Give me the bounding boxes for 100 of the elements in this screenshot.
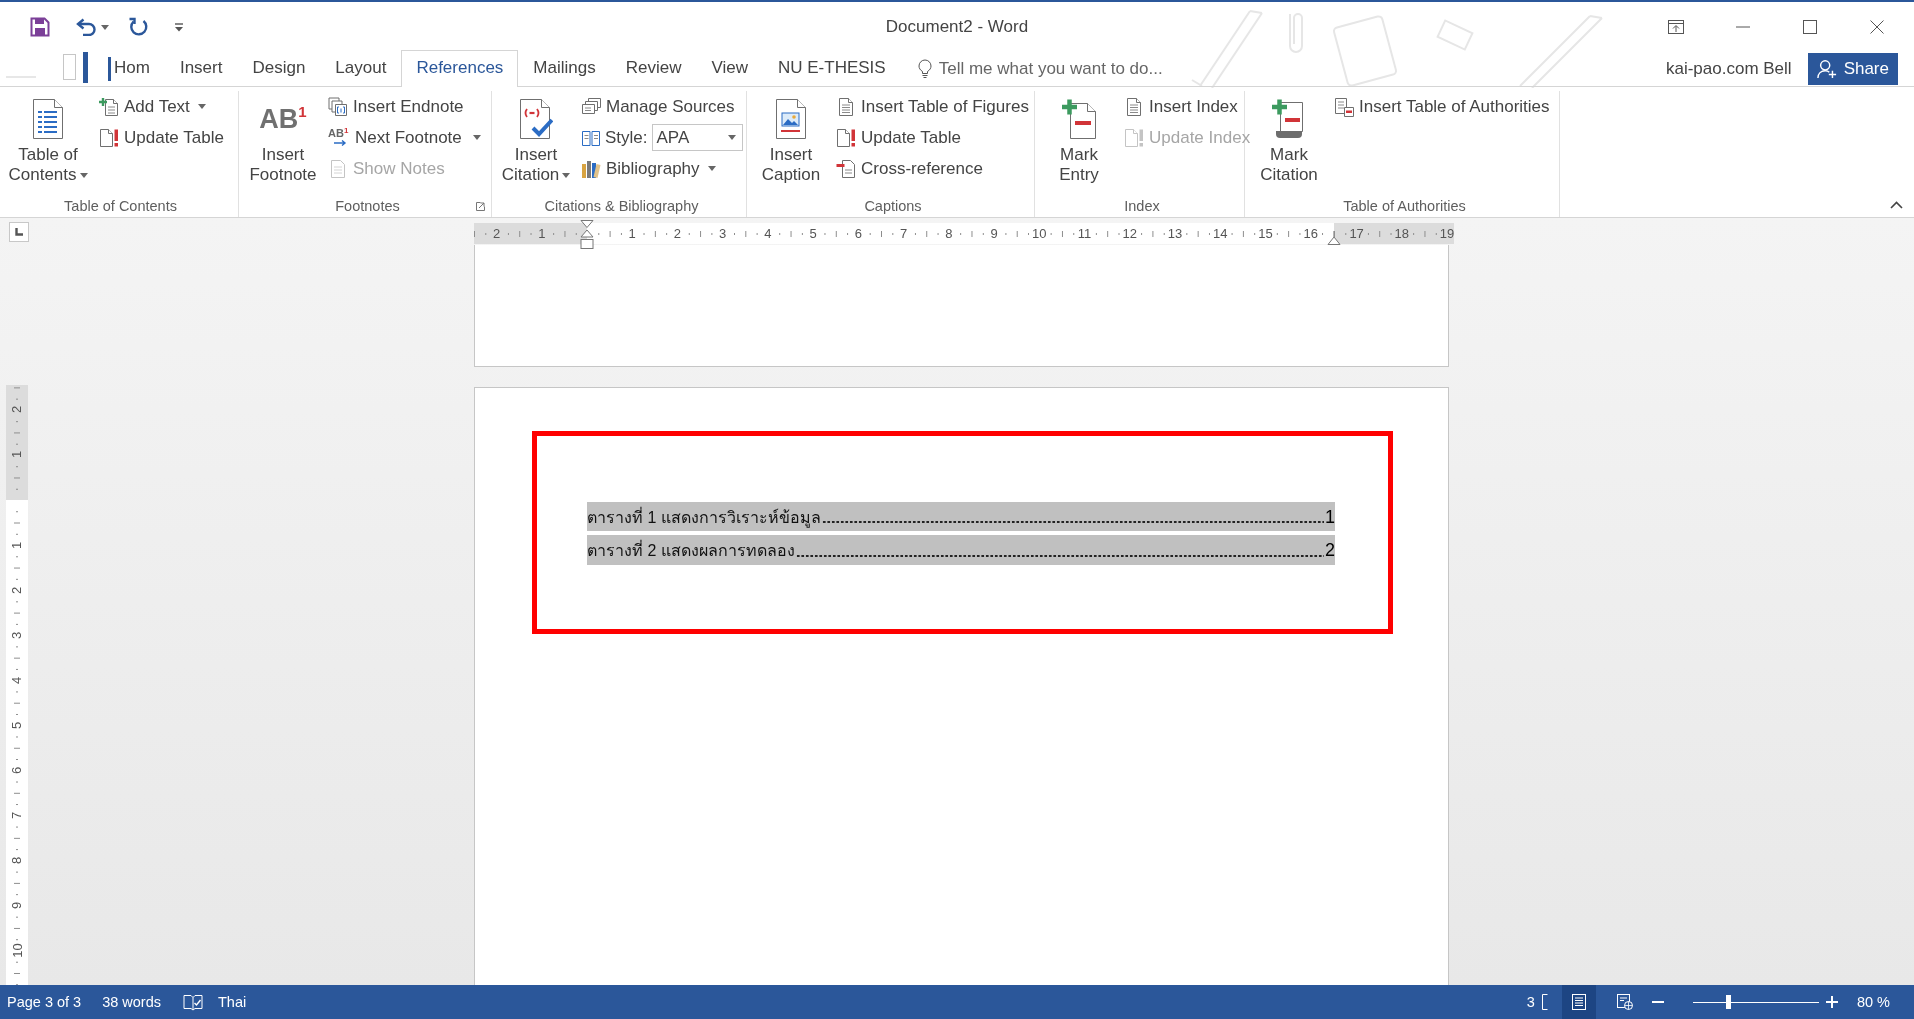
ribbon-button[interactable]: Mark Citation [1250, 91, 1328, 185]
page-lines-icon [1124, 96, 1144, 117]
ribbon-button[interactable]: Insert Endnote [326, 91, 483, 122]
account-name[interactable]: kai-pao.com Bell [1665, 59, 1792, 79]
ruler-number: 6 [10, 766, 24, 774]
ruler-number: 1 [10, 541, 24, 549]
ruler-number: 1 [538, 227, 546, 240]
page-icon [328, 158, 348, 179]
tell-me-field[interactable]: Tell me what you want to do... [938, 57, 1175, 81]
caret-icon [727, 135, 736, 140]
ribbon-tab[interactable]: Layout [320, 50, 402, 87]
group-label: Citations & Bibliography [544, 198, 699, 214]
ruler-number: 9 [10, 901, 24, 909]
ruler-number: 1 [628, 227, 636, 240]
page-minus-icon [836, 158, 856, 179]
ribbon-button[interactable]: Manage Sources [579, 91, 745, 122]
ribbon-tab[interactable]: Hom [112, 50, 165, 87]
ribbon-button[interactable]: Insert Index [1122, 91, 1253, 122]
indent-marker-icon[interactable] [580, 220, 594, 250]
ribbon-button[interactable]: Add Text [97, 91, 226, 122]
view-button[interactable] [1561, 985, 1596, 1019]
ruler-number: 3 [719, 227, 727, 240]
ribbon-button[interactable]: Insert Caption [752, 91, 830, 185]
lightbulb-icon [917, 59, 932, 79]
zoom-level[interactable]: 80 % [1856, 994, 1890, 1010]
ribbon-tab[interactable]: Insert [164, 50, 238, 87]
ribbon-button[interactable]: Insert Table of Figures [834, 91, 1031, 122]
ruler-number: 14 [1213, 227, 1228, 240]
zoom-slider-thumb[interactable] [1725, 995, 1731, 1009]
ruler-number: 2 [10, 406, 24, 414]
ribbon-tab[interactable]: Design [237, 50, 321, 87]
window-title: Document2 - Word [885, 17, 1029, 37]
ruler-number: 7 [900, 227, 908, 240]
caret-icon [197, 104, 206, 109]
ribbon-button[interactable]: Cross-reference [834, 153, 1031, 184]
ribbon-button[interactable]: AB$^{1}$ Insert Footnote [244, 91, 322, 185]
caret-icon [707, 166, 716, 171]
ribbon-button[interactable]: Update Table [97, 122, 226, 153]
ribbon-tab[interactable]: View [696, 50, 763, 87]
ribbon-tab[interactable]: NU E-THESIS [763, 50, 901, 87]
page-exclamation-icon [1124, 127, 1144, 148]
language[interactable]: Thai [218, 994, 247, 1010]
ribbon-button[interactable]: Update Table [834, 122, 1031, 153]
word-count[interactable]: 38 words [102, 994, 161, 1010]
tab-stop-selector[interactable] [9, 222, 29, 242]
ribbon-tab[interactable]: References [401, 50, 519, 87]
ribbon-button[interactable]: AB$^{1}$ Next Footnote [326, 122, 483, 153]
entry-title: ตารางที่ 2 แสดงผลการทดลอง [587, 539, 795, 561]
maximize-icon[interactable] [1802, 20, 1817, 34]
ruler-number: 10 [1032, 227, 1047, 240]
toolbar-menu-icon[interactable] [174, 22, 184, 32]
undo-icon[interactable] [75, 18, 97, 36]
chevron-up-icon[interactable] [1890, 201, 1903, 209]
bracket-icon [1541, 994, 1548, 1010]
ruler-number: 1 [10, 451, 24, 459]
books-icon [581, 158, 601, 179]
group-label: Table of Contents [64, 198, 177, 214]
ruler-number: 8 [10, 856, 24, 864]
ruler-number: 4 [764, 227, 772, 240]
ribbon-button[interactable]: Mark Entry [1040, 91, 1118, 185]
ribbon-button[interactable]: Table of Contents [3, 91, 93, 185]
proofing-book-icon[interactable] [183, 993, 203, 1011]
ruler-number: 2 [493, 227, 501, 240]
page-lines-icon [836, 96, 856, 117]
ribbon-tab[interactable]: Review [610, 50, 697, 87]
close-icon[interactable] [1869, 20, 1884, 34]
page-count[interactable]: Page 3 of 3 [7, 994, 82, 1010]
corner-icon [15, 228, 23, 236]
page-plus-icon [99, 96, 119, 117]
ruler-number: 5 [10, 721, 24, 729]
ruler-number: 13 [1167, 227, 1183, 240]
page-check-icon [519, 98, 553, 140]
ribbon-button[interactable]: Insert Table of Authorities [1332, 91, 1552, 122]
ribbon-button[interactable]: Bibliography [579, 153, 745, 184]
page-exclamation-icon [99, 127, 119, 148]
share-button[interactable]: Share [1807, 53, 1898, 85]
ruler-number: 7 [10, 811, 24, 819]
caret-icon[interactable] [101, 24, 109, 30]
ruler-number: 17 [1349, 227, 1364, 240]
ruler-number: 12 [1122, 227, 1138, 240]
ribbon-tab[interactable]: Mailings [518, 50, 611, 87]
style-dropdown[interactable]: APA [651, 124, 743, 151]
stacked-cards-icon [581, 96, 601, 117]
stacked-pages-icon [328, 96, 348, 117]
page-plus-icon [1062, 98, 1096, 140]
ruler-number: 2 [10, 586, 24, 594]
page-lines-icon [31, 98, 65, 140]
ruler-number: 8 [945, 227, 953, 240]
zoom-in-icon[interactable] [1825, 996, 1838, 1008]
ruler-number: 15 [1258, 227, 1273, 240]
page-number: 2 [1325, 540, 1335, 561]
ribbon-display-options-icon[interactable] [1667, 20, 1684, 34]
page-number: 1 [1325, 507, 1335, 528]
save-icon[interactable] [30, 17, 50, 37]
redo-icon[interactable] [128, 17, 148, 37]
caret-icon [472, 135, 481, 140]
dialog-launcher-icon[interactable] [476, 202, 485, 211]
entry-title: ตารางที่ 1 แสดงการวิเราะห์ข้อมูล [587, 506, 821, 530]
ruler-number: 16 [1303, 227, 1318, 240]
ribbon-button[interactable]: Insert Citation [497, 91, 575, 185]
